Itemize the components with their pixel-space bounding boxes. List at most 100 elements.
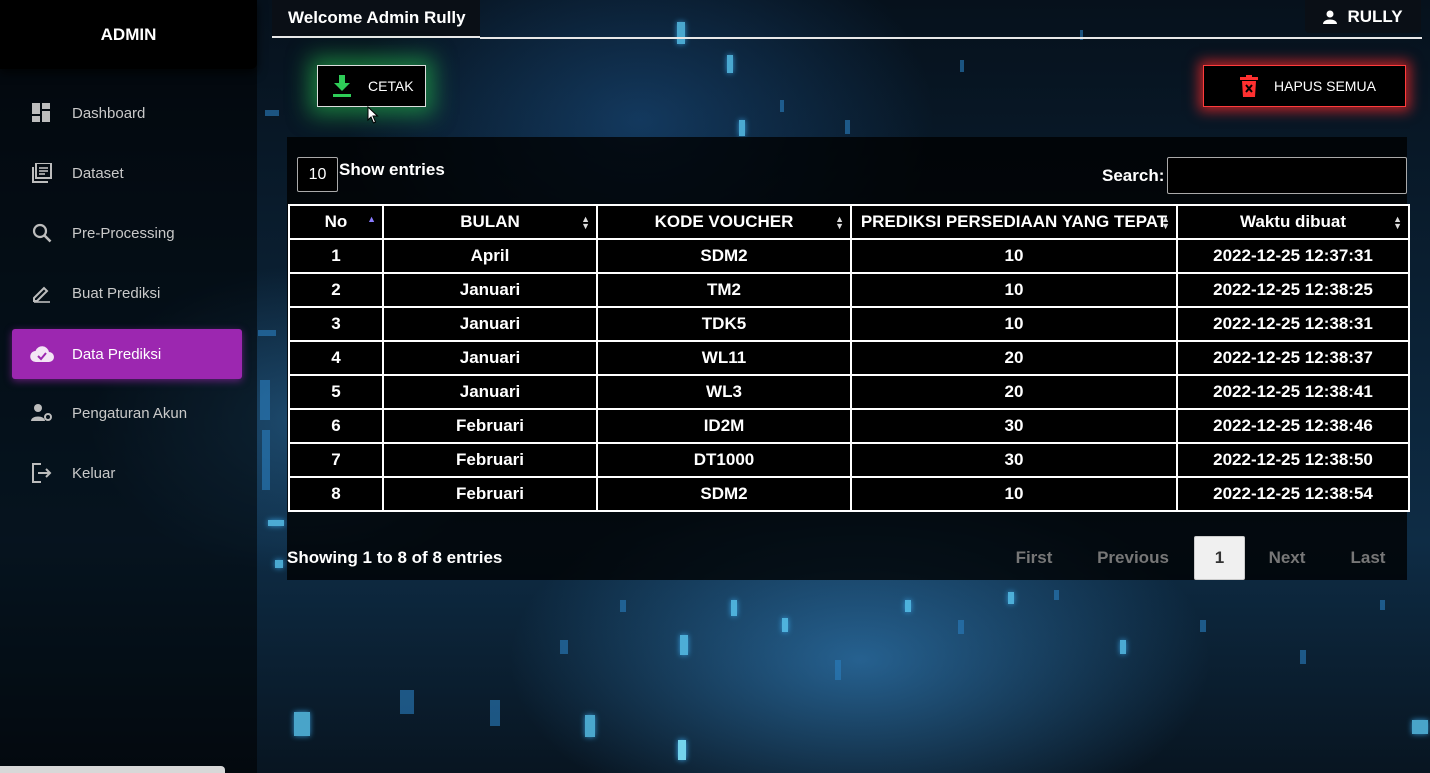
table-row: 4 Januari WL11 20 2022-12-25 12:38:37 <box>288 340 1410 376</box>
column-header-no[interactable]: No ▲ <box>288 204 384 240</box>
table-row: 6 Februari ID2M 30 2022-12-25 12:38:46 <box>288 408 1410 444</box>
cell-bulan: Januari <box>382 374 598 410</box>
sort-icon: ▲ <box>367 214 376 224</box>
browser-status-bar <box>0 766 225 773</box>
sidebar-item-label: Pre-Processing <box>72 224 175 242</box>
pagination-previous[interactable]: Previous <box>1086 536 1180 580</box>
sidebar-item-label: Buat Prediksi <box>72 284 161 302</box>
cell-kode-voucher: SDM2 <box>596 476 852 512</box>
cell-no: 3 <box>288 306 384 342</box>
sidebar-item-label: Dashboard <box>72 104 146 122</box>
cell-waktu: 2022-12-25 12:38:31 <box>1176 306 1410 342</box>
cell-kode-voucher: WL3 <box>596 374 852 410</box>
sidebar-item-pre-processing[interactable]: Pre-Processing <box>12 208 242 258</box>
sidebar-item-dashboard[interactable]: Dashboard <box>12 88 242 138</box>
table-header-row: No ▲ BULAN ▲ ▼ KODE VOUCHER ▲ ▼ PREDIKSI P… <box>288 204 1410 240</box>
cell-kode-voucher: DT1000 <box>596 442 852 478</box>
cell-prediksi: 30 <box>850 442 1178 478</box>
sidebar-item-data-prediksi[interactable]: Data Prediksi <box>12 329 242 379</box>
cell-kode-voucher: WL11 <box>596 340 852 376</box>
cell-prediksi: 20 <box>850 340 1178 376</box>
cetak-button[interactable]: CETAK <box>317 65 426 107</box>
pagination-first[interactable]: First <box>1004 536 1064 580</box>
cell-waktu: 2022-12-25 12:38:25 <box>1176 272 1410 308</box>
column-header-bulan[interactable]: BULAN ▲ ▼ <box>382 204 598 240</box>
cell-no: 2 <box>288 272 384 308</box>
sidebar-item-label: Pengaturan Akun <box>72 404 188 422</box>
table-row: 2 Januari TM2 10 2022-12-25 12:38:25 <box>288 272 1410 308</box>
cell-kode-voucher: ID2M <box>596 408 852 444</box>
cell-waktu: 2022-12-25 12:38:54 <box>1176 476 1410 512</box>
welcome-message: Welcome Admin Rully <box>272 0 480 36</box>
cell-no: 7 <box>288 442 384 478</box>
manage-accounts-icon <box>30 401 54 425</box>
download-icon <box>332 75 352 97</box>
cell-no: 5 <box>288 374 384 410</box>
sidebar-item-pengaturan-akun[interactable]: Pengaturan Akun <box>12 388 242 438</box>
cell-prediksi: 10 <box>850 476 1178 512</box>
cell-prediksi: 10 <box>850 238 1178 274</box>
sidebar-item-keluar[interactable]: Keluar <box>12 448 242 498</box>
table-row: 7 Februari DT1000 30 2022-12-25 12:38:50 <box>288 442 1410 478</box>
cell-kode-voucher: TDK5 <box>596 306 852 342</box>
pagination-page-1[interactable]: 1 <box>1194 536 1245 580</box>
entries-length-label: Show entries <box>339 160 445 179</box>
cell-bulan: April <box>382 238 598 274</box>
sidebar: ADMIN Dashboard Dataset Pre-Processing B… <box>0 0 257 773</box>
brand-title: ADMIN <box>0 0 257 69</box>
search-icon <box>30 221 54 245</box>
cell-bulan: Februari <box>382 476 598 512</box>
column-header-kode-voucher[interactable]: KODE VOUCHER ▲ ▼ <box>596 204 852 240</box>
mouse-cursor <box>367 105 379 129</box>
pagination-last[interactable]: Last <box>1338 536 1398 580</box>
sort-icon: ▲ ▼ <box>835 214 844 231</box>
cell-waktu: 2022-12-25 12:38:46 <box>1176 408 1410 444</box>
cell-no: 6 <box>288 408 384 444</box>
table-row: 3 Januari TDK5 10 2022-12-25 12:38:31 <box>288 306 1410 342</box>
delete-forever-icon <box>1240 75 1258 97</box>
cell-no: 4 <box>288 340 384 376</box>
cell-bulan: Januari <box>382 272 598 308</box>
cell-bulan: Februari <box>382 442 598 478</box>
sidebar-item-dataset[interactable]: Dataset <box>12 148 242 198</box>
user-menu[interactable]: RULLY <box>1305 0 1421 33</box>
prediction-table: No ▲ BULAN ▲ ▼ KODE VOUCHER ▲ ▼ PREDIKSI P… <box>288 204 1410 512</box>
search-label: Search: <box>1102 166 1165 185</box>
cell-prediksi: 10 <box>850 272 1178 308</box>
search-input[interactable] <box>1167 157 1407 194</box>
entries-length-select[interactable]: 10 <box>297 157 338 192</box>
pagination-next[interactable]: Next <box>1258 536 1316 580</box>
hapus-semua-button[interactable]: HAPUS SEMUA <box>1203 65 1406 107</box>
cell-kode-voucher: SDM2 <box>596 238 852 274</box>
sort-icon: ▲ ▼ <box>1393 214 1402 231</box>
header-divider <box>480 37 1422 39</box>
cell-waktu: 2022-12-25 12:37:31 <box>1176 238 1410 274</box>
sidebar-item-label: Dataset <box>72 164 124 182</box>
cloud-done-icon <box>30 342 54 366</box>
cell-prediksi: 10 <box>850 306 1178 342</box>
sort-icon: ▲ ▼ <box>581 214 590 231</box>
column-header-waktu-dibuat[interactable]: Waktu dibuat ▲ ▼ <box>1176 204 1410 240</box>
cell-prediksi: 20 <box>850 374 1178 410</box>
cell-bulan: Januari <box>382 306 598 342</box>
column-header-prediksi[interactable]: PREDIKSI PERSEDIAAN YANG TEPAT ▲ ▼ <box>850 204 1178 240</box>
user-name: RULLY <box>1347 6 1403 26</box>
cell-bulan: Februari <box>382 408 598 444</box>
cetak-label: CETAK <box>368 78 414 94</box>
cell-no: 1 <box>288 238 384 274</box>
cell-bulan: Januari <box>382 340 598 376</box>
library-books-icon <box>30 161 54 185</box>
table-row: 1 April SDM2 10 2022-12-25 12:37:31 <box>288 238 1410 274</box>
table-info: Showing 1 to 8 of 8 entries <box>287 548 503 567</box>
cell-waktu: 2022-12-25 12:38:37 <box>1176 340 1410 376</box>
person-icon <box>1323 10 1338 24</box>
dashboard-icon <box>30 101 54 125</box>
cell-no: 8 <box>288 476 384 512</box>
logout-icon <box>30 461 54 485</box>
sidebar-item-label: Keluar <box>72 464 116 482</box>
sort-icon: ▲ ▼ <box>1161 214 1170 231</box>
sidebar-item-label: Data Prediksi <box>72 345 162 363</box>
cell-waktu: 2022-12-25 12:38:50 <box>1176 442 1410 478</box>
edit-icon <box>30 281 54 305</box>
sidebar-item-buat-prediksi[interactable]: Buat Prediksi <box>12 268 242 318</box>
